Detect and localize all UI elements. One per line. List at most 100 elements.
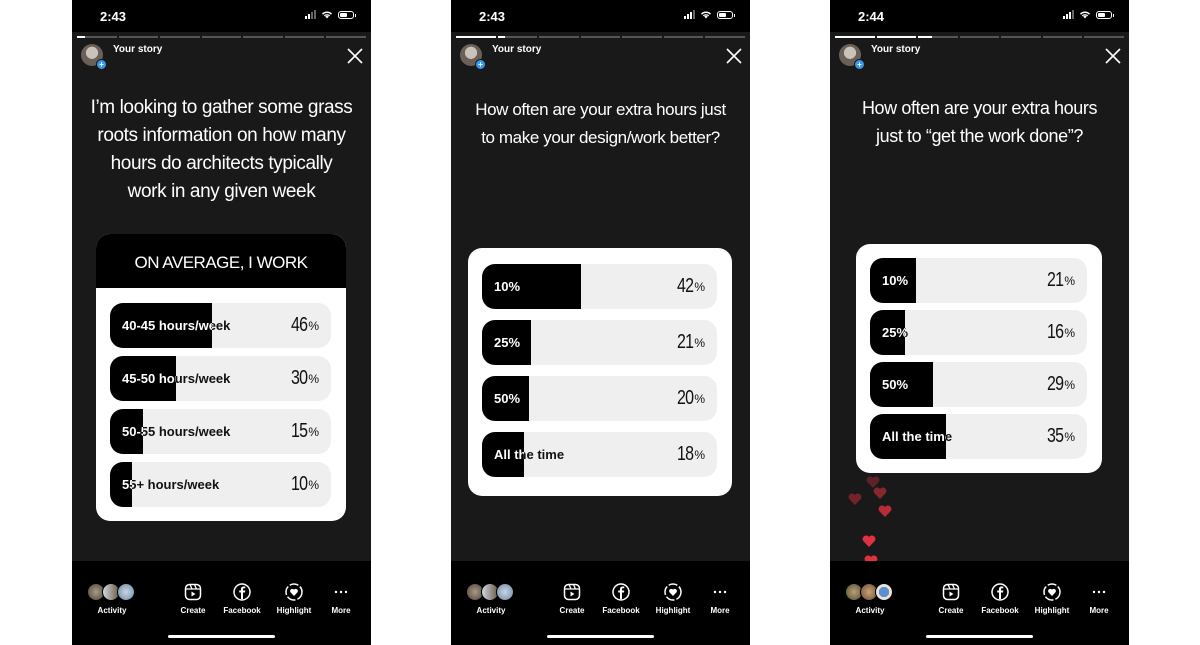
poll-sticker: 10% 10% 42% 25% 25% 21% 50% 50% 20% All the time A…: [468, 248, 732, 496]
home-indicator[interactable]: [168, 635, 275, 638]
facebook-label: Facebook: [602, 606, 640, 615]
percent-sign: %: [694, 447, 705, 462]
cellular-signal-icon: [1063, 10, 1074, 19]
poll-option[interactable]: 10% 10% 21%: [870, 258, 1087, 303]
home-indicator[interactable]: [547, 635, 654, 638]
story-content[interactable]: + Your story How often are your extra ho…: [830, 32, 1129, 567]
cellular-signal-icon: [684, 10, 695, 19]
story-content[interactable]: + Your story I’m looking to gather some …: [72, 32, 371, 561]
story-progress: [835, 36, 1125, 38]
activity-button[interactable]: Activity: [84, 583, 140, 615]
close-icon[interactable]: [1105, 48, 1121, 64]
wifi-icon: [701, 11, 711, 19]
close-icon[interactable]: [347, 48, 363, 64]
poll-result-bar-overlay: 40-45 hours/week: [110, 303, 212, 348]
facebook-share-button[interactable]: Facebook: [220, 583, 264, 615]
highlight-button[interactable]: Highlight: [1030, 583, 1074, 615]
more-button[interactable]: More: [698, 583, 742, 615]
highlight-button[interactable]: Highlight: [272, 583, 316, 615]
story-phone-2: 2:43 + Your story How often are your ext…: [451, 0, 750, 645]
highlight-label: Highlight: [276, 606, 312, 615]
viewer-avatars: [84, 583, 140, 601]
close-icon[interactable]: [726, 48, 742, 64]
poll-option-label-inverse: All the time: [882, 429, 946, 444]
story-progress-segment: [580, 36, 621, 38]
highlight-heart-icon: [285, 583, 303, 601]
story-progress-segment: [1001, 36, 1041, 38]
more-dots-icon: [1092, 590, 1106, 594]
poll-result-bar-overlay: 50-55 hours/week: [110, 409, 143, 454]
activity-button[interactable]: Activity: [463, 583, 519, 615]
poll-option[interactable]: 45-50 hours/week45-50 hours/week30%: [110, 356, 331, 401]
poll-percentage-value: 21: [677, 331, 694, 353]
activity-label: Activity: [97, 606, 127, 615]
poll-option[interactable]: All the time All the time 35%: [870, 414, 1087, 459]
poll-option[interactable]: All the timeAll the time18%: [482, 432, 717, 477]
home-indicator[interactable]: [926, 635, 1033, 638]
status-time: 2:43: [479, 9, 506, 24]
poll-option[interactable]: 10% 10% 42%: [482, 264, 717, 309]
poll-option-label: 55+ hours/week: [122, 477, 220, 492]
story-progress-segment: [497, 36, 538, 38]
create-label: Create: [180, 606, 206, 615]
percent-sign: %: [308, 371, 319, 386]
percent-sign: %: [1064, 273, 1075, 288]
highlight-button[interactable]: Highlight: [651, 583, 695, 615]
battery-icon: [1096, 10, 1114, 19]
activity-button[interactable]: Activity: [842, 583, 898, 615]
poll-option[interactable]: 55+ hours/week55+ hours/week10%: [110, 462, 331, 507]
more-button[interactable]: More: [1077, 583, 1121, 615]
poll-option-label-inverse: 50%: [882, 377, 909, 392]
create-button[interactable]: Create: [929, 583, 973, 615]
facebook-icon: [991, 583, 1009, 601]
poll-percentage-value: 21: [1047, 269, 1064, 291]
add-story-icon[interactable]: +: [96, 59, 107, 70]
create-label: Create: [938, 606, 964, 615]
story-question-text: I’m looking to gather some grass roots i…: [90, 97, 353, 202]
viewer-avatar: [116, 583, 135, 601]
story-progress: [77, 36, 367, 38]
poll-option[interactable]: 50% 50% 29%: [870, 362, 1087, 407]
story-action-bar: Activity Create Facebook Highlight More: [451, 561, 750, 645]
status-bar: 2:43: [72, 0, 371, 32]
story-content[interactable]: + Your story How often are your extra ho…: [451, 32, 750, 561]
facebook-share-button[interactable]: Facebook: [599, 583, 643, 615]
facebook-share-button[interactable]: Facebook: [978, 583, 1022, 615]
facebook-icon: [233, 583, 251, 601]
poll-percentage-value: 46: [291, 314, 308, 336]
poll-sticker: 10%10%21%25%25%16%50%50%29%All the timeA…: [856, 244, 1102, 473]
add-story-icon[interactable]: +: [854, 59, 865, 70]
poll-option[interactable]: 50% 50% 20%: [482, 376, 717, 421]
poll-percentage-value: 20: [677, 387, 694, 409]
battery-icon: [717, 10, 735, 19]
poll-result-bar-overlay: 55+ hours/week: [110, 462, 132, 507]
poll-percentage: 15%: [287, 409, 319, 454]
story-progress-segment: [118, 36, 159, 38]
highlight-label: Highlight: [655, 606, 691, 615]
facebook-label: Facebook: [223, 606, 261, 615]
poll-percentage-value: 35: [1047, 425, 1064, 447]
more-dots-icon: [334, 590, 348, 594]
more-button[interactable]: More: [319, 583, 363, 615]
story-owner-label: Your story: [492, 44, 542, 55]
poll-option-label-inverse: 50%: [494, 391, 521, 406]
status-bar: 2:44: [830, 0, 1129, 32]
poll-option[interactable]: 25% 25% 21%: [482, 320, 717, 365]
create-button[interactable]: Create: [171, 583, 215, 615]
poll-option[interactable]: 40-45 hours/week40-45 hours/week46%: [110, 303, 331, 348]
status-time: 2:44: [858, 9, 885, 24]
status-time: 2:43: [100, 9, 127, 24]
story-progress-segment: [1084, 36, 1125, 38]
poll-option[interactable]: 50-55 hours/week50-55 hours/week15%: [110, 409, 331, 454]
poll-option[interactable]: 25%25%16%: [870, 310, 1087, 355]
story-progress-segment: [160, 36, 200, 38]
add-story-icon[interactable]: +: [475, 59, 486, 70]
percent-sign: %: [694, 279, 705, 294]
poll-option-label-inverse: 50-55 hours/week: [122, 424, 143, 439]
poll-option-label-inverse: 45-50 hours/week: [122, 371, 176, 386]
highlight-heart-icon: [1043, 583, 1061, 601]
story-progress-segment: [539, 36, 579, 38]
facebook-icon: [612, 583, 630, 601]
create-button[interactable]: Create: [550, 583, 594, 615]
story-progress-segment: [1042, 36, 1083, 38]
